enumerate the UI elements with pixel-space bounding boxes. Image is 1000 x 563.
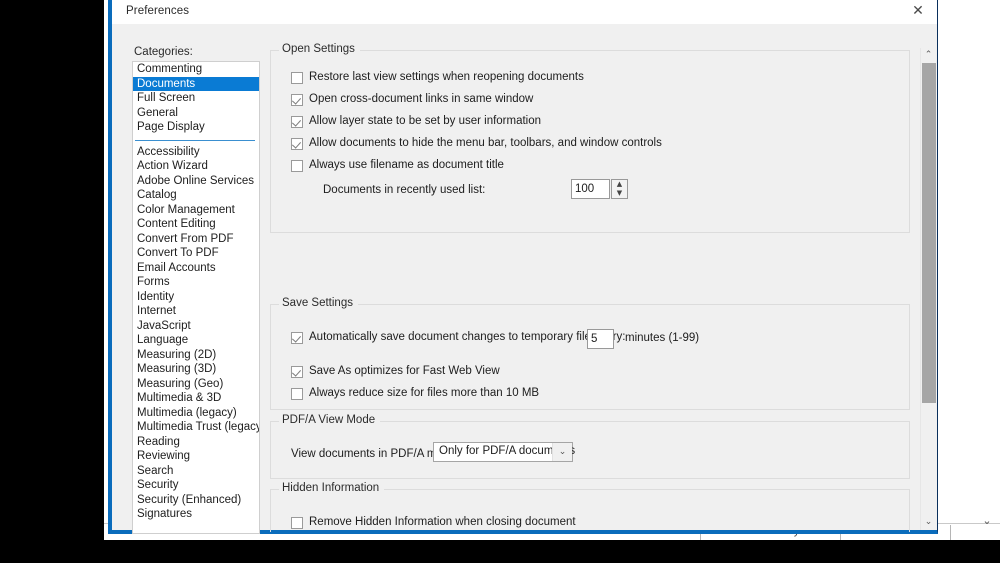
- hidden-information-group: Hidden Information Remove Hidden Informa…: [270, 482, 910, 532]
- sidebar-item-forms[interactable]: Forms: [133, 275, 259, 290]
- sidebar-item-signatures[interactable]: Signatures: [133, 507, 259, 522]
- sidebar-item-documents[interactable]: Documents: [133, 76, 259, 91]
- sidebar-item-reading[interactable]: Reading: [133, 435, 259, 450]
- sidebar-item-commenting[interactable]: Commenting: [133, 62, 259, 77]
- scrollbar-down-icon[interactable]: ⌄: [921, 515, 936, 530]
- pdfa-mode-dropdown[interactable]: Only for PDF/A documents ⌄: [433, 442, 575, 462]
- recent-list-stepper[interactable]: ▲ ▼: [611, 179, 628, 199]
- categories-separator: [133, 135, 259, 145]
- checkbox-label: Allow documents to hide the menu bar, to…: [309, 137, 662, 149]
- checkbox-label: Always use filename as document title: [309, 159, 504, 171]
- sidebar-item-measuring-3d[interactable]: Measuring (3D): [133, 362, 259, 377]
- open-settings-title: Open Settings: [279, 43, 360, 55]
- sidebar-item-adobe-online-services[interactable]: Adobe Online Services: [133, 174, 259, 189]
- sidebar-item-javascript[interactable]: JavaScript: [133, 319, 259, 334]
- sidebar-item-accessibility[interactable]: Accessibility: [133, 145, 259, 160]
- desktop-background-left: [0, 0, 104, 540]
- sidebar-item-content-editing[interactable]: Content Editing: [133, 217, 259, 232]
- settings-content-pane: Open Settings Restore last view settings…: [270, 34, 923, 532]
- stepper-down-icon[interactable]: ▼: [612, 189, 627, 198]
- sidebar-item-catalog[interactable]: Catalog: [133, 188, 259, 203]
- checkbox-label: Allow layer state to be set by user info…: [309, 115, 542, 127]
- checkbox-label: Save As optimizes for Fast Web View: [309, 365, 500, 377]
- checkbox-box[interactable]: [291, 72, 303, 84]
- chevron-down-icon[interactable]: ⌄: [552, 443, 572, 461]
- checkbox-box[interactable]: [291, 517, 303, 529]
- sidebar-item-reviewing[interactable]: Reviewing: [133, 449, 259, 464]
- checkbox-label: Always reduce size for files more than 1…: [309, 387, 540, 399]
- checkbox-box[interactable]: [291, 116, 303, 128]
- sidebar-item-full-screen[interactable]: Full Screen: [133, 91, 259, 106]
- sidebar-item-identity[interactable]: Identity: [133, 290, 259, 305]
- checkbox-box[interactable]: [291, 388, 303, 400]
- sidebar-item-color-management[interactable]: Color Management: [133, 203, 259, 218]
- dialog-body: Categories: Commenting Documents Full Scre…: [112, 24, 937, 534]
- save-settings-title: Save Settings: [279, 297, 358, 309]
- sidebar-item-security-enhanced[interactable]: Security (Enhanced): [133, 493, 259, 508]
- checkbox-box[interactable]: [291, 94, 303, 106]
- pdfa-view-mode-title: PDF/A View Mode: [279, 414, 381, 426]
- sidebar-item-language[interactable]: Language: [133, 333, 259, 348]
- checkbox-box[interactable]: [291, 332, 303, 344]
- checkbox-label: Open cross-document links in same window: [309, 93, 534, 105]
- dialog-scrollbar[interactable]: ⌃ ⌄: [920, 48, 936, 530]
- sidebar-item-convert-from-pdf[interactable]: Convert From PDF: [133, 232, 259, 247]
- desktop-background-bottom: [0, 540, 1000, 563]
- autosave-minutes-input[interactable]: 5: [587, 329, 614, 349]
- open-settings-group: Open Settings Restore last view settings…: [270, 43, 910, 233]
- sidebar-item-security[interactable]: Security: [133, 478, 259, 493]
- screen: IPod 5 Grey 0.47 ⌄ Preferences ✕ Categor…: [0, 0, 1000, 563]
- preferences-dialog: Preferences ✕ Categories: Commenting Docu…: [108, 0, 938, 534]
- sidebar-item-page-display[interactable]: Page Display: [133, 120, 259, 135]
- hidden-information-title: Hidden Information: [279, 482, 385, 494]
- dialog-titlebar[interactable]: Preferences ✕: [112, 0, 937, 25]
- sidebar-item-action-wizard[interactable]: Action Wizard: [133, 159, 259, 174]
- checkbox-box[interactable]: [291, 160, 303, 172]
- sidebar-item-general[interactable]: General: [133, 106, 259, 121]
- scrollbar-up-icon[interactable]: ⌃: [921, 48, 936, 63]
- dialog-title: Preferences: [126, 5, 190, 17]
- categories-label: Categories:: [134, 46, 193, 58]
- sidebar-item-email-accounts[interactable]: Email Accounts: [133, 261, 259, 276]
- recent-list-label: Documents in recently used list:: [323, 184, 486, 196]
- sidebar-item-convert-to-pdf[interactable]: Convert To PDF: [133, 246, 259, 261]
- checkbox-box[interactable]: [291, 366, 303, 378]
- sidebar-item-multimedia-trust-legacy[interactable]: Multimedia Trust (legacy): [133, 420, 259, 435]
- checkbox-label: Restore last view settings when reopenin…: [309, 71, 584, 83]
- categories-list[interactable]: Commenting Documents Full Screen General Pag…: [132, 61, 260, 534]
- sidebar-item-internet[interactable]: Internet: [133, 304, 259, 319]
- pdfa-view-mode-group: PDF/A View Mode View documents in PDF/A …: [270, 414, 910, 479]
- close-icon[interactable]: ✕: [901, 0, 935, 23]
- sidebar-item-multimedia-3d[interactable]: Multimedia & 3D: [133, 391, 259, 406]
- stepper-up-icon[interactable]: ▲: [612, 180, 627, 189]
- checkbox-box[interactable]: [291, 138, 303, 150]
- sidebar-item-measuring-geo[interactable]: Measuring (Geo): [133, 377, 259, 392]
- recent-list-input[interactable]: 100: [571, 179, 610, 199]
- scrollbar-thumb[interactable]: [922, 63, 936, 403]
- sidebar-item-search[interactable]: Search: [133, 464, 259, 479]
- checkbox-label: Automatically save document changes to t…: [309, 331, 626, 343]
- background-scroll-down-icon[interactable]: ⌄: [980, 514, 994, 528]
- save-settings-group: Save Settings Automatically save documen…: [270, 297, 910, 410]
- checkbox-label: Remove Hidden Information when closing d…: [309, 516, 576, 528]
- sidebar-item-multimedia-legacy[interactable]: Multimedia (legacy): [133, 406, 259, 421]
- sidebar-item-measuring-2d[interactable]: Measuring (2D): [133, 348, 259, 363]
- autosave-minutes-label: minutes (1-99): [625, 332, 700, 344]
